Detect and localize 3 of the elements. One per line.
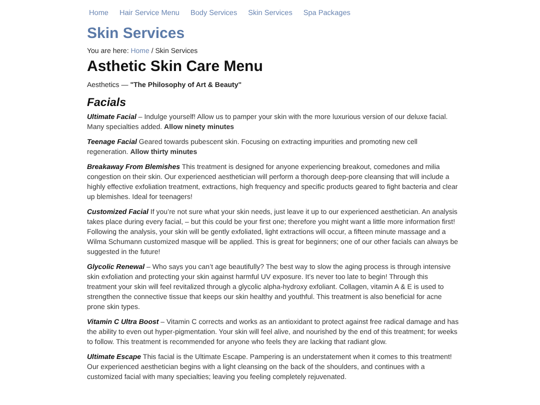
page-title: Skin Services [87,24,186,44]
section-heading: Facials [87,96,127,111]
page-heading: Asthetic Skin Care Menu [87,57,264,76]
